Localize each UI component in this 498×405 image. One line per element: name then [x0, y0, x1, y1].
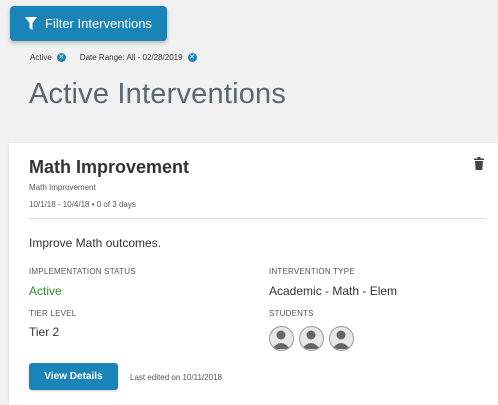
implementation-status-value: Active [29, 284, 62, 298]
view-details-button[interactable]: View Details [29, 363, 118, 390]
filter-chip-label: Active [30, 53, 52, 62]
student-avatars [269, 326, 354, 351]
intervention-type-value: Academic - Math - Elem [269, 284, 398, 298]
close-circle-icon[interactable]: ✕ [56, 53, 66, 62]
divider [29, 218, 486, 219]
last-edited-text: Last edited on 10/11/2018 [130, 373, 222, 382]
page-title: Active Interventions [29, 78, 287, 110]
students-label: STUDENTS [269, 309, 314, 318]
tier-level-value: Tier 2 [29, 325, 60, 339]
implementation-status-label: IMPLEMENTATION STATUS [29, 267, 136, 276]
card-title: Math Improvement [29, 157, 190, 177]
filter-button-label: Filter Interventions [45, 16, 152, 31]
user-avatar-icon[interactable] [269, 326, 294, 351]
user-avatar-icon[interactable] [299, 326, 324, 351]
intervention-goal: Improve Math outcomes. [29, 236, 162, 250]
filter-chip-label: Date Range: All - 02/28/2019 [79, 53, 183, 62]
trash-icon[interactable] [474, 157, 484, 175]
card-dates: 10/1/18 - 10/4/18 • 0 of 3 days [29, 200, 136, 209]
user-avatar-icon[interactable] [329, 326, 354, 351]
filter-chip-status: Active ✕ [30, 53, 66, 62]
tier-level-label: TIER LEVEL [29, 309, 77, 318]
filter-interventions-button[interactable]: Filter Interventions [10, 6, 167, 41]
filter-icon [25, 16, 37, 31]
active-filter-chips: Active ✕ Date Range: All - 02/28/2019 ✕ [30, 53, 197, 62]
filter-chip-date-range: Date Range: All - 02/28/2019 ✕ [80, 53, 197, 62]
intervention-card: Math Improvement Math Improvement 10/1/1… [9, 143, 498, 405]
intervention-type-label: INTERVENTION TYPE [269, 267, 355, 276]
card-subtitle: Math Improvement [29, 183, 96, 192]
close-circle-icon[interactable]: ✕ [187, 53, 197, 62]
